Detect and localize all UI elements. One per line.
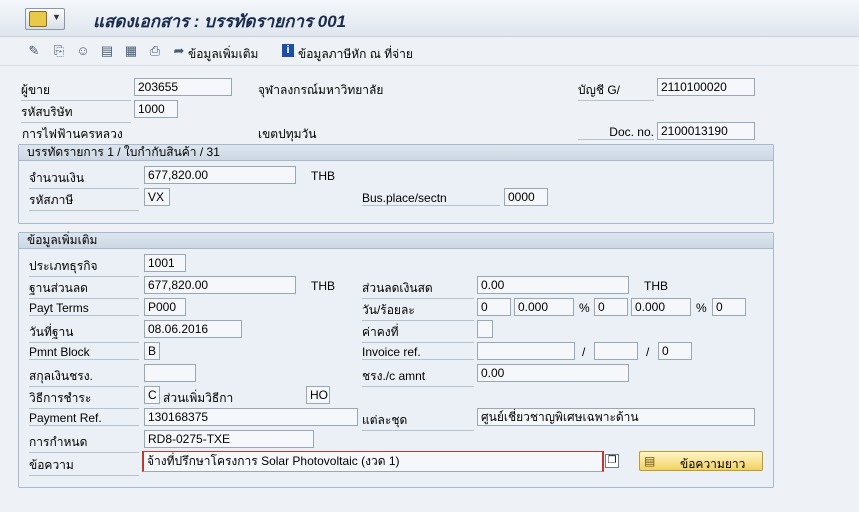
system-menu-button[interactable]: ▼	[25, 8, 65, 30]
company-code-label: รหัสบริษัท	[21, 103, 131, 123]
document-list-icon[interactable]: ▦	[123, 43, 139, 59]
business-type-label: ประเภทธุรกิจ	[29, 257, 139, 277]
days-percent-label: วัน/ร้อยละ	[362, 301, 474, 321]
fixed-label: ค่าคงที่	[362, 323, 474, 343]
discount-base-field[interactable]: 677,820.00	[144, 276, 296, 294]
days3-field[interactable]: 0	[712, 298, 746, 316]
vendor-label: ผู้ขาย	[21, 81, 131, 101]
payment-terms-field[interactable]: P000	[144, 298, 186, 316]
payment-currency-field[interactable]	[144, 364, 196, 382]
info-icon[interactable]: i	[282, 44, 294, 57]
vendor-name: จุฬาลงกรณ์มหาวิทยาลัย	[258, 83, 384, 97]
chevron-down-icon: ▼	[52, 12, 61, 22]
menu-icon	[29, 11, 47, 27]
percent-sign-1: %	[579, 301, 590, 315]
percent1-field[interactable]: 0.000	[514, 298, 574, 316]
fixed-field[interactable]	[477, 320, 493, 338]
page-title: แสดงเอกสาร : บรรทัดรายการ 001	[93, 12, 347, 31]
payment-currency-label: สกุลเงินชรง.	[29, 367, 139, 387]
vendor-address-line2: เขตปทุมวัน	[258, 127, 317, 141]
payment-amount-field[interactable]: 0.00	[477, 364, 629, 382]
gl-account-label: บัญชี G/	[578, 81, 654, 101]
assignment-field[interactable]: RD8-0275-TXE	[144, 430, 314, 448]
person-icon[interactable]: ☺	[75, 43, 91, 59]
expand-text-icon[interactable]: ❐	[605, 454, 619, 468]
invoice-ref-slash-2: /	[646, 345, 650, 359]
discount-base-currency: THB	[311, 279, 335, 293]
text-field[interactable]: จ้างที่ปรึกษาโครงการ Solar Photovoltaic …	[142, 451, 604, 472]
text-label: ข้อความ	[29, 456, 139, 476]
payment-block-label: Pmnt Block	[29, 345, 139, 360]
doc-no-label: Doc. no.	[578, 125, 654, 140]
additional-data-icon[interactable]: ➦	[171, 43, 187, 59]
text-edit-icon: ▤	[644, 454, 656, 468]
invoice-ref-slash-1: /	[582, 345, 586, 359]
long-text-button-label: ข้อความยาว	[680, 457, 746, 471]
withholding-tax-button[interactable]: ข้อมูลภาษีหัก ณ ที่จ่าย	[298, 45, 413, 64]
days2-field[interactable]: 0	[594, 298, 628, 316]
gl-account-field[interactable]: 2110100020	[657, 78, 755, 96]
individual-label: แต่ละชุด	[362, 411, 474, 431]
edit-pencil-icon[interactable]: ✎	[26, 43, 42, 59]
vendor-address-line1: การไฟฟ้านครหลวง	[22, 127, 123, 141]
invoice-ref-line-field[interactable]: 0	[658, 342, 692, 360]
individual-field[interactable]: ศูนย์เชี่ยวชาญพิเศษเฉพาะด้าน	[477, 408, 755, 426]
long-text-button[interactable]: ▤ ข้อความยาว	[639, 451, 763, 471]
assignment-label: การกำหนด	[29, 433, 139, 453]
payment-block-field[interactable]: B	[144, 342, 160, 360]
discount-base-label: ฐานส่วนลด	[29, 279, 139, 299]
baseline-date-field[interactable]: 08.06.2016	[144, 320, 242, 338]
cash-discount-label: ส่วนลดเงินสด	[362, 279, 474, 299]
additional-data-button[interactable]: ข้อมูลเพิ่มเติม	[188, 45, 258, 64]
percent-sign-2: %	[696, 301, 707, 315]
baseline-date-label: วันที่ฐาน	[29, 323, 139, 343]
pmt-method-supplement-field[interactable]: HO	[306, 386, 330, 404]
cash-discount-field[interactable]: 0.00	[477, 276, 629, 294]
additional-data-group-title: ข้อมูลเพิ่มเติม	[19, 233, 773, 249]
amount-label: จำนวนเงิน	[29, 169, 139, 189]
vendor-field[interactable]: 203655	[134, 78, 232, 96]
payment-terms-label: Payt Terms	[29, 301, 139, 316]
business-place-label: Bus.place/sectn	[362, 191, 500, 206]
pmt-method-supplement-label: ส่วนเพิ่มวิธีกา	[163, 391, 234, 405]
doc-no-field[interactable]: 2100013190	[657, 122, 755, 140]
payment-ref-field[interactable]: 130168375	[144, 408, 358, 426]
document-icon[interactable]: ▤	[99, 43, 115, 59]
tax-code-field[interactable]: VX	[144, 188, 170, 206]
payment-amount-label: ชรง./c amnt	[362, 367, 474, 387]
company-code-field[interactable]: 1000	[134, 100, 178, 118]
invoice-ref-year-field[interactable]	[594, 342, 638, 360]
percent2-field[interactable]: 0.000	[631, 298, 691, 316]
business-place-field[interactable]: 0000	[504, 188, 548, 206]
business-type-field[interactable]: 1001	[144, 254, 186, 272]
payment-method-field[interactable]: C	[144, 386, 160, 404]
invoice-ref-label: Invoice ref.	[362, 345, 474, 360]
display-change-icon[interactable]: ⎘	[51, 43, 67, 59]
print-icon[interactable]: ⎙	[147, 43, 163, 59]
cash-discount-currency: THB	[644, 279, 668, 293]
tax-code-label: รหัสภาษี	[29, 191, 139, 211]
payment-ref-label: Payment Ref.	[29, 411, 139, 426]
payment-method-label: วิธีการชำระ	[29, 389, 139, 409]
days1-field[interactable]: 0	[477, 298, 511, 316]
amount-field[interactable]: 677,820.00	[144, 166, 296, 184]
amount-currency: THB	[311, 169, 335, 183]
line-item-group-title: บรรทัดรายการ 1 / ใบกำกับสินค้า / 31	[19, 145, 773, 161]
invoice-ref-field[interactable]	[477, 342, 575, 360]
